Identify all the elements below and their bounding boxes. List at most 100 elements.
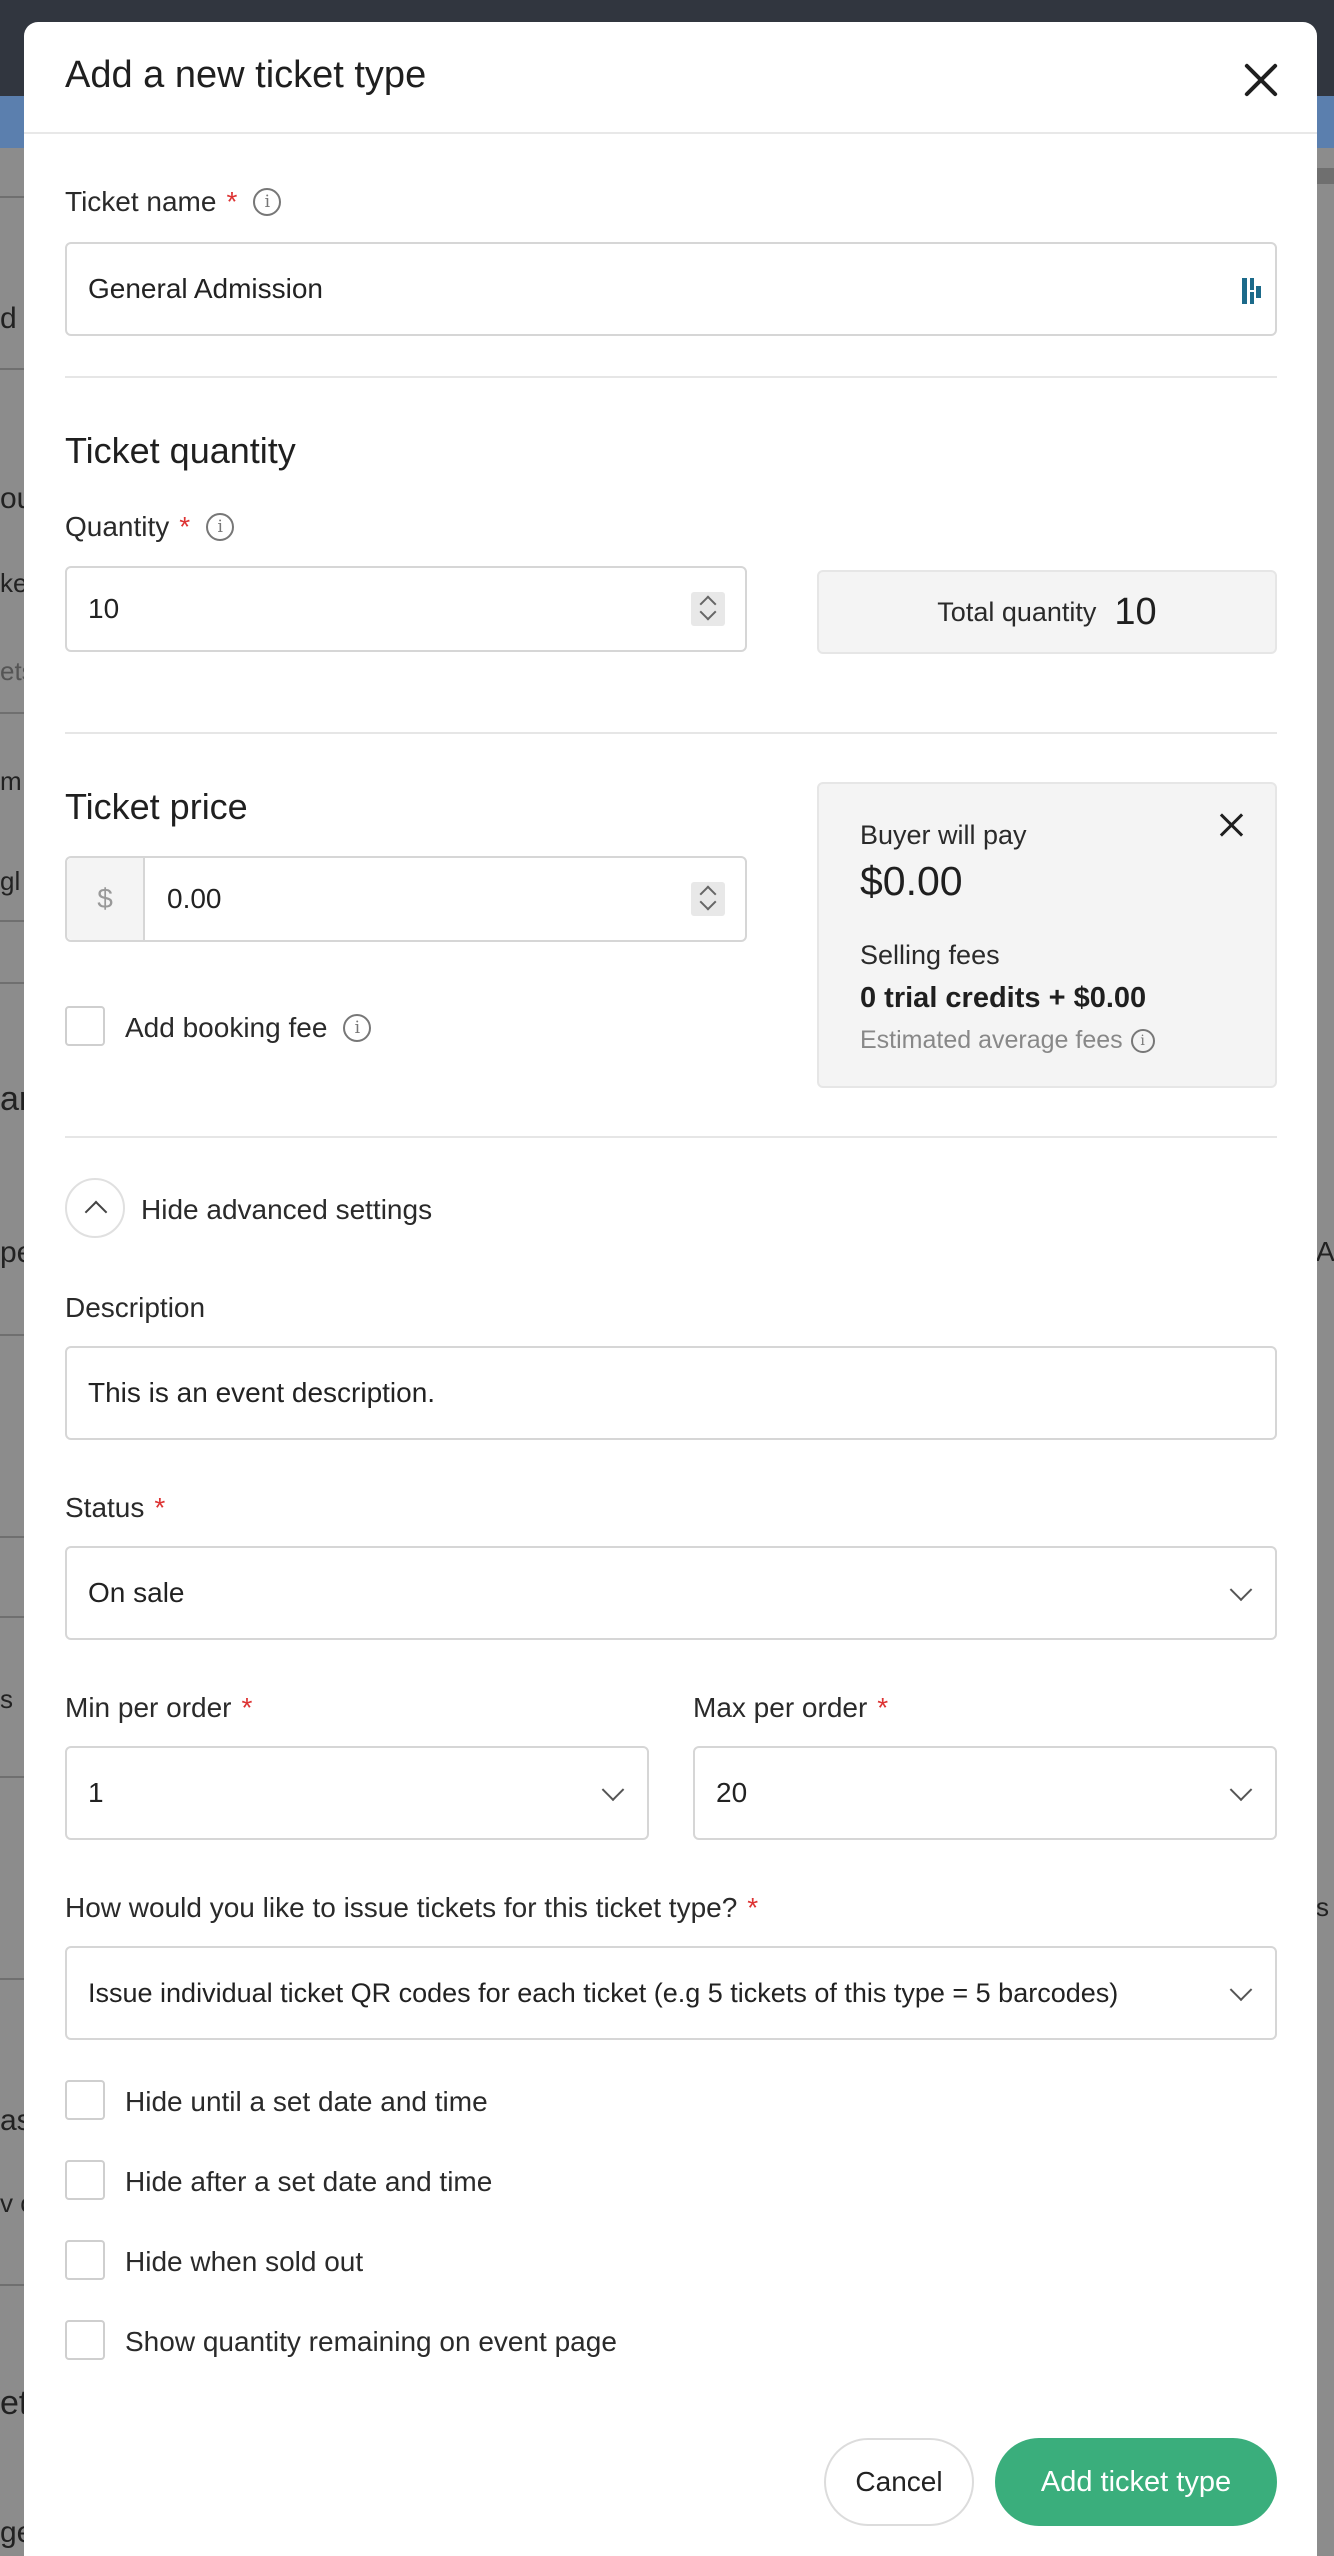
booking-fee-label: Add booking fee i (125, 1012, 372, 1044)
background-divider (0, 1334, 24, 1336)
currency-symbol: $ (97, 883, 113, 914)
required-mark: * (226, 186, 238, 217)
total-quantity-box: Total quantity 10 (817, 570, 1277, 654)
background-text: s a (1316, 1892, 1334, 1922)
min-per-order-value: 1 (88, 1777, 104, 1808)
issue-tickets-select[interactable]: Issue individual ticket QR codes for eac… (65, 1946, 1277, 2040)
background-divider (0, 1776, 24, 1778)
background-text: v c (0, 2188, 24, 2218)
background-text: ket (0, 568, 24, 598)
advanced-toggle-label[interactable]: Hide advanced settings (141, 1194, 432, 1226)
ticket-name-label: Ticket name * i (65, 186, 282, 218)
password-manager-icon[interactable] (1241, 276, 1263, 306)
info-icon[interactable]: i (343, 1014, 372, 1042)
background-divider (0, 1978, 24, 1980)
status-label: Status * (65, 1492, 165, 1524)
total-quantity-label: Total quantity (937, 596, 1097, 627)
chevron-down-icon (1229, 1578, 1253, 1602)
background-divider (0, 2284, 24, 2286)
required-mark: * (154, 1492, 166, 1523)
required-mark: * (877, 1692, 889, 1723)
chevron-up-icon (84, 1200, 108, 1224)
buyer-summary-panel: Buyer will pay $0.00 Selling fees 0 tria… (817, 782, 1277, 1088)
background-divider (0, 1536, 24, 1538)
divider (65, 732, 1277, 734)
background-scrollbar (1316, 168, 1334, 184)
hide-sold-out-checkbox[interactable] (65, 2240, 105, 2280)
background-text: Ac (1316, 1236, 1334, 1267)
background-divider (0, 1616, 24, 1618)
divider (65, 376, 1277, 378)
modal-title: Add a new ticket type (65, 54, 427, 96)
hide-until-checkbox[interactable] (65, 2080, 105, 2120)
status-label-text: Status (65, 1492, 145, 1523)
ticket-price-title: Ticket price (65, 786, 248, 827)
status-select[interactable]: On sale (65, 1546, 1277, 1640)
description-value: This is an event description. (88, 1377, 436, 1408)
background-text: ets (0, 656, 24, 686)
hide-after-label: Hide after a set date and time (125, 2166, 493, 2197)
chevron-down-icon (1229, 1778, 1253, 1802)
background-text: s (0, 1684, 13, 1714)
hide-after-checkbox[interactable] (65, 2160, 105, 2200)
quantity-stepper[interactable] (691, 592, 725, 626)
background-text: pe (0, 1236, 24, 1269)
background-divider (0, 712, 24, 714)
close-summary-icon[interactable] (1217, 810, 1247, 840)
fees-note-text: Estimated average fees (860, 1026, 1123, 1054)
background-text: et (0, 2384, 24, 2422)
ticket-quantity-title: Ticket quantity (65, 430, 296, 471)
background-text: ar (0, 1080, 24, 1118)
hide-until-label: Hide until a set date and time (125, 2086, 488, 2117)
issue-tickets-value: Issue individual ticket QR codes for eac… (88, 1977, 1119, 2008)
ticket-name-input[interactable]: General Admission (65, 242, 1277, 336)
background-divider (0, 196, 24, 198)
info-icon[interactable]: i (1130, 1028, 1155, 1053)
add-ticket-type-button[interactable]: Add ticket type (995, 2438, 1277, 2526)
background-divider (0, 982, 24, 984)
booking-fee-checkbox[interactable] (65, 1006, 105, 1046)
max-per-order-select[interactable]: 20 (693, 1746, 1277, 1840)
background-text: d (0, 302, 17, 335)
quantity-label: Quantity * i (65, 511, 235, 543)
description-label-text: Description (65, 1292, 206, 1323)
fees-note: Estimated average fees i (860, 1026, 1155, 1055)
required-mark: * (747, 1892, 759, 1923)
cancel-button[interactable]: Cancel (824, 2438, 974, 2526)
background-divider (0, 368, 24, 370)
required-mark: * (241, 1692, 253, 1723)
booking-fee-label-text: Add booking fee (125, 1012, 328, 1043)
total-quantity-value: 10 (1114, 590, 1157, 633)
issue-tickets-label-text: How would you like to issue tickets for … (65, 1892, 738, 1923)
description-input[interactable]: This is an event description. (65, 1346, 1277, 1440)
modal-header: Add a new ticket type (24, 22, 1317, 134)
min-per-order-label-text: Min per order (65, 1692, 232, 1723)
background-text: ou (0, 482, 24, 515)
info-icon[interactable]: i (206, 513, 235, 541)
background-text: gl (0, 866, 21, 896)
ticket-name-value: General Admission (88, 273, 324, 304)
max-per-order-label: Max per order * (693, 1692, 888, 1724)
hide-sold-out-label: Hide when sold out (125, 2246, 364, 2277)
min-per-order-select[interactable]: 1 (65, 1746, 649, 1840)
close-icon[interactable] (1239, 58, 1283, 102)
description-label: Description (65, 1292, 205, 1324)
selling-fees-label: Selling fees (860, 940, 1000, 970)
chevron-down-icon (1229, 1978, 1253, 2002)
price-stepper[interactable] (691, 882, 725, 916)
price-input[interactable]: $ 0.00 (65, 856, 747, 942)
max-per-order-value: 20 (716, 1777, 748, 1808)
status-value: On sale (88, 1577, 185, 1608)
min-per-order-label: Min per order * (65, 1692, 252, 1724)
quantity-input[interactable]: 10 (65, 566, 747, 652)
buyer-will-pay-label: Buyer will pay (860, 820, 1027, 850)
selling-fees-value: 0 trial credits + $0.00 (860, 982, 1147, 1014)
info-icon[interactable]: i (253, 188, 282, 216)
currency-prefix: $ (67, 858, 145, 940)
advanced-toggle-button[interactable] (65, 1178, 125, 1238)
quantity-label-text: Quantity (65, 511, 170, 542)
chevron-down-icon (601, 1778, 625, 1802)
ticket-name-label-text: Ticket name (65, 186, 217, 217)
background-text: ge (0, 2516, 24, 2549)
show-remaining-checkbox[interactable] (65, 2320, 105, 2360)
